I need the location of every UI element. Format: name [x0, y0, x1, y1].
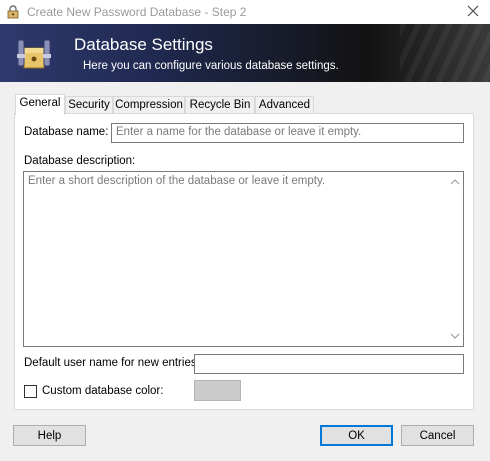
scroll-up-icon[interactable]	[450, 177, 460, 187]
scroll-down-icon[interactable]	[450, 331, 460, 341]
database-description-placeholder: Enter a short description of the databas…	[28, 175, 326, 187]
custom-color-label: Custom database color:	[42, 385, 164, 397]
banner-decoration	[400, 24, 490, 82]
header-banner: Database Settings Here you can configure…	[0, 24, 490, 82]
general-tab-panel: Database name: Enter a name for the data…	[14, 113, 474, 410]
database-name-field[interactable]: Enter a name for the database or leave i…	[111, 123, 464, 143]
ok-button[interactable]: OK	[320, 425, 393, 446]
help-button[interactable]: Help	[13, 425, 86, 446]
database-description-label: Database description:	[24, 155, 136, 167]
default-user-name-label: Default user name for new entries:	[24, 357, 200, 369]
banner-subtitle: Here you can configure various database …	[83, 60, 339, 72]
close-button[interactable]	[455, 0, 490, 24]
description-scrollbar[interactable]	[447, 172, 463, 346]
database-settings-icon	[14, 34, 54, 74]
database-description-field[interactable]: Enter a short description of the databas…	[23, 171, 464, 347]
title-bar: Create New Password Database - Step 2	[0, 0, 490, 24]
database-name-placeholder: Enter a name for the database or leave i…	[116, 126, 362, 138]
window-title: Create New Password Database - Step 2	[27, 5, 247, 19]
cancel-button[interactable]: Cancel	[401, 425, 474, 446]
keepass-lock-icon	[6, 5, 20, 19]
custom-color-checkbox[interactable]	[24, 385, 37, 398]
tab-advanced[interactable]: Advanced	[255, 96, 314, 114]
tab-security[interactable]: Security	[65, 96, 113, 114]
close-icon	[467, 5, 479, 20]
tab-recycle-bin[interactable]: Recycle Bin	[185, 96, 255, 114]
default-user-name-field[interactable]	[194, 354, 464, 374]
database-name-label: Database name:	[24, 126, 109, 138]
banner-title: Database Settings	[74, 35, 213, 54]
custom-color-button[interactable]	[194, 380, 241, 401]
tab-general[interactable]: General	[15, 94, 65, 115]
tab-compression[interactable]: Compression	[113, 96, 185, 114]
